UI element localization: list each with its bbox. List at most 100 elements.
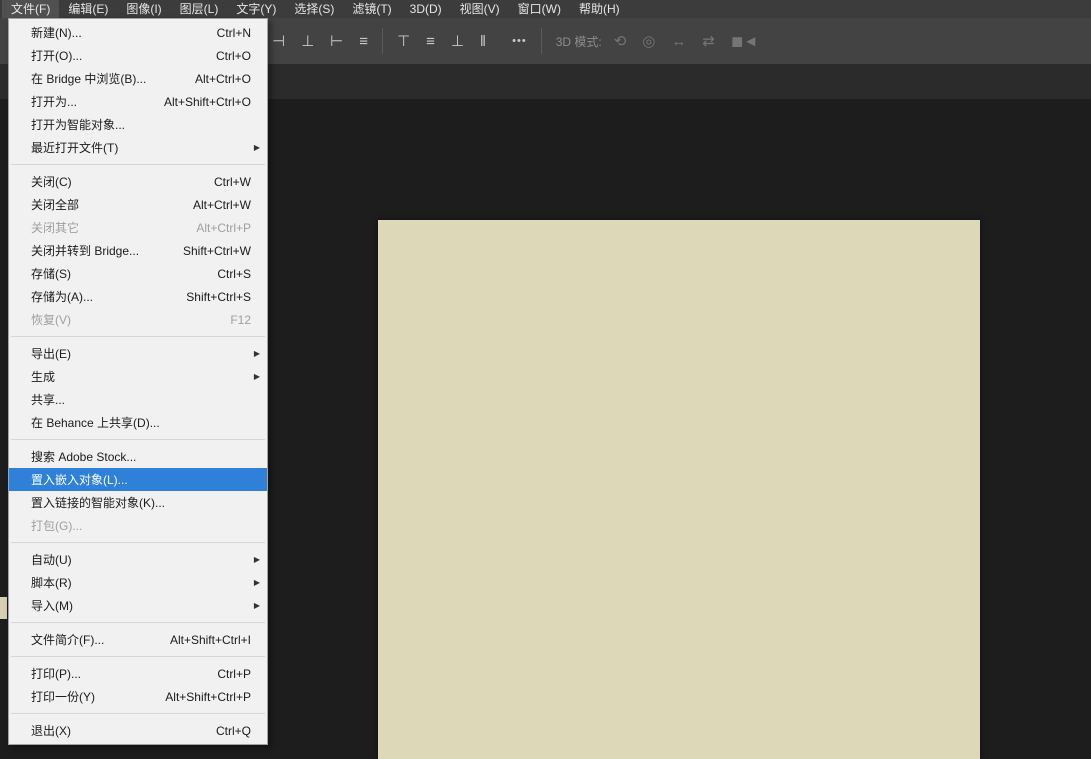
menubar-item[interactable]: 3D(D): [401, 0, 451, 18]
submenu-arrow-icon: ▶: [254, 578, 260, 587]
menubar-item[interactable]: 滤镜(T): [343, 0, 400, 18]
menu-item-label: 关闭并转到 Bridge...: [31, 242, 139, 259]
align-bottom-edges-icon[interactable]: ≡: [359, 34, 368, 49]
menu-item-label: 打开为智能对象...: [31, 116, 125, 133]
menu-item[interactable]: 最近打开文件(T)▶: [9, 136, 267, 159]
menubar-item[interactable]: 帮助(H): [570, 0, 629, 18]
menu-item-shortcut: Ctrl+S: [217, 267, 251, 281]
menu-item-label: 导出(E): [31, 345, 71, 362]
menu-item-shortcut: Alt+Shift+Ctrl+I: [170, 633, 251, 647]
menubar-item[interactable]: 窗口(W): [509, 0, 570, 18]
menu-item-label: 在 Bridge 中浏览(B)...: [31, 70, 146, 87]
menu-item-label: 脚本(R): [31, 574, 72, 591]
distribute-vertical-centers-icon[interactable]: ≡: [426, 34, 435, 49]
menu-item[interactable]: 共享...: [9, 388, 267, 411]
menubar-item[interactable]: 文件(F): [2, 0, 59, 18]
menu-item-label: 打印一份(Y): [31, 688, 95, 705]
align-top-edges-icon[interactable]: ⊤: [397, 34, 410, 49]
submenu-arrow-icon: ▶: [254, 555, 260, 564]
menu-item-label: 打开为...: [31, 93, 77, 110]
menu-item[interactable]: 在 Bridge 中浏览(B)... Alt+Ctrl+O: [9, 67, 267, 90]
menu-item[interactable]: 脚本(R) ▶: [9, 571, 267, 594]
menu-item-shortcut: Shift+Ctrl+S: [186, 290, 251, 304]
menu-item-shortcut: Ctrl+Q: [216, 724, 251, 738]
3d-camera-icon: ◼◄: [731, 34, 758, 49]
menu-item-label: 置入链接的智能对象(K)...: [31, 494, 165, 511]
menu-item-shortcut: Alt+Ctrl+W: [193, 198, 251, 212]
menu-item[interactable]: 打开为智能对象...: [9, 113, 267, 136]
menu-item-label: 导入(M): [31, 597, 73, 614]
menubar-item[interactable]: 图层(L): [171, 0, 228, 18]
menu-item[interactable]: 存储(S)Ctrl+S: [9, 262, 267, 285]
menu-item-shortcut: Ctrl+N: [217, 26, 251, 40]
file-menu: 新建(N)...Ctrl+N打开(O)...Ctrl+O在 Bridge 中浏览…: [8, 18, 268, 745]
3d-slide-icon: ⇄: [702, 34, 715, 49]
menu-item[interactable]: 在 Behance 上共享(D)...: [9, 411, 267, 434]
align-icon-group-2: ⊤ ≡ ⊥ ‖: [397, 34, 486, 49]
menu-item[interactable]: 打开为... Alt+Shift+Ctrl+O: [9, 90, 267, 113]
menu-item-label: 共享...: [31, 391, 65, 408]
menu-item-label: 新建(N)...: [31, 24, 82, 41]
menu-separator: [11, 439, 265, 440]
menu-item-shortcut: F12: [230, 313, 251, 327]
menu-item: 打包(G)...: [9, 514, 267, 537]
distribute-horizontal-centers-icon[interactable]: ‖: [480, 34, 486, 49]
3d-orbit-icon: ⟲: [614, 34, 627, 49]
menu-item-shortcut: Alt+Ctrl+P: [196, 221, 251, 235]
menu-item[interactable]: 置入嵌入对象(L)...: [9, 468, 267, 491]
menu-separator: [11, 542, 265, 543]
menu-item[interactable]: 关闭并转到 Bridge...Shift+Ctrl+W: [9, 239, 267, 262]
menu-item-label: 打印(P)...: [31, 665, 81, 682]
document-canvas[interactable]: [378, 220, 980, 759]
tools-panel-sliver: [0, 597, 7, 619]
menu-item[interactable]: 生成▶: [9, 365, 267, 388]
menu-item-label: 搜索 Adobe Stock...: [31, 448, 136, 465]
menu-item-shortcut: Ctrl+P: [217, 667, 251, 681]
menubar-item[interactable]: 图像(I): [117, 0, 170, 18]
menu-item[interactable]: 文件简介(F)... Alt+Shift+Ctrl+I: [9, 628, 267, 651]
menu-item[interactable]: 导出(E)▶: [9, 342, 267, 365]
menu-item[interactable]: 自动(U) ▶: [9, 548, 267, 571]
menu-item[interactable]: 关闭(C) Ctrl+W: [9, 170, 267, 193]
menu-item[interactable]: 导入(M) ▶: [9, 594, 267, 617]
menu-item-label: 打包(G)...: [31, 517, 82, 534]
menu-item[interactable]: 存储为(A)...Shift+Ctrl+S: [9, 285, 267, 308]
more-options-button[interactable]: •••: [512, 35, 527, 47]
menu-item-label: 关闭全部: [31, 196, 79, 213]
menu-item-shortcut: Alt+Shift+Ctrl+O: [164, 95, 251, 109]
menu-item[interactable]: 关闭全部 Alt+Ctrl+W: [9, 193, 267, 216]
submenu-arrow-icon: ▶: [254, 143, 260, 152]
menu-item-shortcut: Ctrl+O: [216, 49, 251, 63]
3d-roll-icon: ◎: [642, 34, 655, 49]
menu-item[interactable]: 退出(X) Ctrl+Q: [9, 719, 267, 742]
submenu-arrow-icon: ▶: [254, 601, 260, 610]
menu-item-shortcut: Ctrl+W: [214, 175, 251, 189]
menu-separator: [11, 656, 265, 657]
align-right-edges-icon[interactable]: ⊢: [330, 34, 343, 49]
menu-item-label: 文件简介(F)...: [31, 631, 104, 648]
menu-item[interactable]: 新建(N)... Ctrl+N: [9, 21, 267, 44]
align-bottom-edges-icon[interactable]: ⊥: [451, 34, 464, 49]
menu-item-label: 置入嵌入对象(L)...: [31, 471, 128, 488]
3d-mode-label: 3D 模式:: [556, 33, 602, 50]
menu-item[interactable]: 打印一份(Y)Alt+Shift+Ctrl+P: [9, 685, 267, 708]
menu-item-label: 自动(U): [31, 551, 72, 568]
menu-item-label: 生成: [31, 368, 55, 385]
menu-item-label: 关闭(C): [31, 173, 72, 190]
menu-item-label: 退出(X): [31, 722, 71, 739]
menu-separator: [11, 336, 265, 337]
menubar-item[interactable]: 视图(V): [451, 0, 509, 18]
menu-item[interactable]: 置入链接的智能对象(K)...: [9, 491, 267, 514]
menu-item[interactable]: 打开(O)...Ctrl+O: [9, 44, 267, 67]
align-horizontal-centers-icon[interactable]: ⊥: [301, 34, 314, 49]
menu-item[interactable]: 打印(P)... Ctrl+P: [9, 662, 267, 685]
menubar-item[interactable]: 文字(Y): [227, 0, 285, 18]
menubar-item[interactable]: 选择(S): [285, 0, 343, 18]
menubar-item[interactable]: 编辑(E): [59, 0, 117, 18]
menu-item-shortcut: Alt+Ctrl+O: [195, 72, 251, 86]
align-left-edges-icon[interactable]: ⊣: [272, 34, 285, 49]
menu-separator: [11, 713, 265, 714]
menu-item[interactable]: 搜索 Adobe Stock...: [9, 445, 267, 468]
menubar: 文件(F)编辑(E)图像(I)图层(L)文字(Y)选择(S)滤镜(T)3D(D)…: [0, 0, 1091, 18]
menu-separator: [11, 622, 265, 623]
